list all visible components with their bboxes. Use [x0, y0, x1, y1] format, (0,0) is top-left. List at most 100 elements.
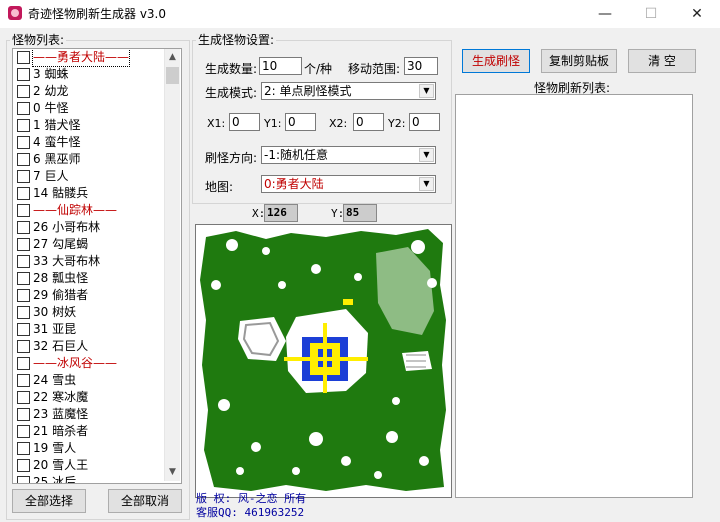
list-item-label: 31 亚昆	[33, 322, 77, 336]
count-label: 生成数量:	[205, 62, 258, 76]
y1-label: Y1:	[264, 117, 282, 130]
list-item-label: 20 雪人王	[33, 458, 89, 472]
monster-list-legend: 怪物列表:	[10, 33, 67, 47]
scroll-up-arrow-icon[interactable]: ▲	[165, 49, 180, 66]
list-item-label: 3 蜘蛛	[33, 67, 69, 81]
list-item[interactable]: 2 幼龙	[13, 83, 181, 100]
coord-x-value: 126	[264, 204, 298, 222]
list-item-label: 2 幼龙	[33, 84, 69, 98]
map-view[interactable]	[195, 224, 452, 498]
list-item[interactable]: 26 小哥布林	[13, 219, 181, 236]
checkbox[interactable]	[17, 136, 30, 149]
checkbox[interactable]	[17, 119, 30, 132]
list-item-label: 25 冰后	[33, 475, 77, 484]
monster-list[interactable]: ——勇者大陆—— 3 蜘蛛 2 幼龙 0 牛怪 1 猎犬怪 4 蛮牛怪 6 黑巫师 7 巨人 1…	[12, 48, 182, 484]
list-group-header[interactable]: ——冰风谷——	[13, 355, 181, 372]
checkbox[interactable]	[17, 187, 30, 200]
checkbox[interactable]	[17, 68, 30, 81]
scroll-thumb[interactable]	[166, 67, 179, 84]
list-item-label: 26 小哥布林	[33, 220, 101, 234]
copy-clipboard-button[interactable]: 复制剪贴板	[541, 49, 617, 73]
range-input[interactable]: 30	[404, 57, 438, 75]
settings-legend: 生成怪物设置:	[196, 33, 277, 47]
map-select[interactable]: 0:勇者大陆 ▼	[261, 175, 436, 193]
y2-input[interactable]: 0	[409, 113, 440, 131]
list-item[interactable]: 4 蛮牛怪	[13, 134, 181, 151]
list-item[interactable]: 19 雪人	[13, 440, 181, 457]
monster-list-scrollbar[interactable]: ▲ ▼	[164, 49, 180, 481]
list-item-label: 4 蛮牛怪	[33, 135, 81, 149]
checkbox[interactable]	[17, 476, 30, 483]
checkbox[interactable]	[17, 85, 30, 98]
list-group-header[interactable]: ——勇者大陆——	[13, 49, 181, 67]
list-item[interactable]: 20 雪人王	[13, 457, 181, 474]
list-item[interactable]: 0 牛怪	[13, 100, 181, 117]
list-item-label: 23 蓝魔怪	[33, 407, 89, 421]
maximize-button[interactable]: ☐	[628, 0, 674, 28]
list-item[interactable]: 24 雪虫	[13, 372, 181, 389]
direction-label: 刷怪方向:	[205, 151, 258, 165]
checkbox[interactable]	[17, 238, 30, 251]
list-item-label: 29 偷猎者	[33, 288, 89, 302]
y1-input[interactable]: 0	[285, 113, 316, 131]
list-item[interactable]: 7 巨人	[13, 168, 181, 185]
checkbox[interactable]	[17, 102, 30, 115]
list-item[interactable]: 14 骷髅兵	[13, 185, 181, 202]
x2-label: X2:	[329, 117, 348, 130]
minimize-button[interactable]: —	[582, 0, 628, 28]
list-item-label: 0 牛怪	[33, 101, 69, 115]
checkbox[interactable]	[17, 459, 30, 472]
checkbox[interactable]	[17, 425, 30, 438]
refresh-list-textarea[interactable]	[455, 94, 693, 498]
checkbox[interactable]	[17, 51, 30, 64]
list-item[interactable]: 31 亚昆	[13, 321, 181, 338]
checkbox[interactable]	[17, 204, 30, 217]
checkbox[interactable]	[17, 357, 30, 370]
list-item-label: 27 勾尾蝎	[33, 237, 89, 251]
list-item[interactable]: 6 黑巫师	[13, 151, 181, 168]
list-item-label: 32 石巨人	[33, 339, 89, 353]
checkbox[interactable]	[17, 340, 30, 353]
checkbox[interactable]	[17, 272, 30, 285]
checkbox[interactable]	[17, 153, 30, 166]
list-item-label: 24 雪虫	[33, 373, 77, 387]
list-item[interactable]: 22 寒冰魔	[13, 389, 181, 406]
list-item[interactable]: 33 大哥布林	[13, 253, 181, 270]
count-input[interactable]: 10	[259, 57, 302, 75]
checkbox[interactable]	[17, 221, 30, 234]
list-item[interactable]: 23 蓝魔怪	[13, 406, 181, 423]
list-item[interactable]: 27 勾尾蝎	[13, 236, 181, 253]
scroll-down-arrow-icon[interactable]: ▼	[165, 464, 180, 481]
checkbox[interactable]	[17, 323, 30, 336]
close-button[interactable]: ✕	[674, 0, 720, 28]
generate-button[interactable]: 生成刷怪	[462, 49, 530, 73]
checkbox[interactable]	[17, 289, 30, 302]
list-item[interactable]: 29 偷猎者	[13, 287, 181, 304]
direction-select[interactable]: -1:随机任意 ▼	[261, 146, 436, 164]
list-item[interactable]: 25 冰后	[13, 474, 181, 484]
select-all-button[interactable]: 全部选择	[12, 489, 86, 513]
checkbox[interactable]	[17, 408, 30, 421]
list-item[interactable]: 21 暗杀者	[13, 423, 181, 440]
checkbox[interactable]	[17, 306, 30, 319]
list-item[interactable]: 1 猎犬怪	[13, 117, 181, 134]
list-item[interactable]: 28 瓢虫怪	[13, 270, 181, 287]
list-group-header[interactable]: ——仙踪林——	[13, 202, 181, 219]
coord-y-value: 85	[343, 204, 377, 222]
list-item[interactable]: 3 蜘蛛	[13, 66, 181, 83]
checkbox[interactable]	[17, 391, 30, 404]
cancel-all-button[interactable]: 全部取消	[108, 489, 182, 513]
checkbox[interactable]	[17, 374, 30, 387]
list-item-label: 1 猎犬怪	[33, 118, 81, 132]
checkbox[interactable]	[17, 255, 30, 268]
checkbox[interactable]	[17, 170, 30, 183]
clear-button[interactable]: 清 空	[628, 49, 696, 73]
x1-input[interactable]: 0	[229, 113, 260, 131]
count-unit: 个/种	[304, 62, 333, 76]
mode-select[interactable]: 2: 单点刷怪模式 ▼	[261, 82, 436, 100]
app-icon	[8, 6, 22, 20]
x2-input[interactable]: 0	[353, 113, 384, 131]
list-item[interactable]: 32 石巨人	[13, 338, 181, 355]
list-item[interactable]: 30 树妖	[13, 304, 181, 321]
checkbox[interactable]	[17, 442, 30, 455]
